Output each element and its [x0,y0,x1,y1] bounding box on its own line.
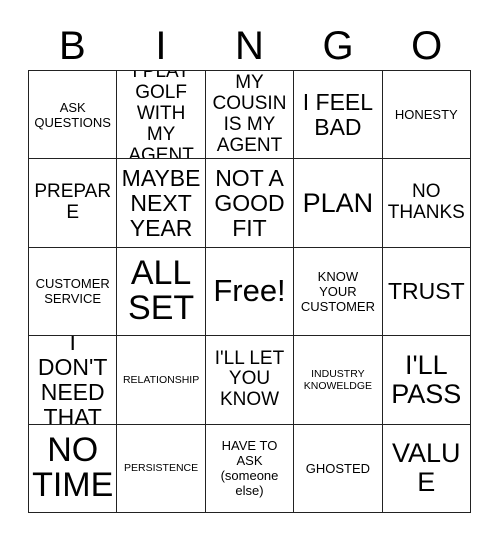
bingo-cell-r2c4[interactable]: PLAN [294,159,383,248]
bingo-cell-label: CUSTOMER SERVICE [35,276,110,307]
bingo-cell-label: I DON'T NEED THAT [37,336,108,425]
bingo-cell-label: INDUSTRY KNOWELDGE [303,367,373,392]
bingo-header-letter-n: N [235,24,264,68]
bingo-cell-r4c5[interactable]: I'LL PASS [382,336,471,425]
bingo-cell-r2c5[interactable]: NO THANKS [382,159,471,248]
bingo-cell-r3c1[interactable]: CUSTOMER SERVICE [29,247,118,337]
bingo-cell-r5c1[interactable]: NO TIME [29,424,118,513]
bingo-cell-r3c3[interactable]: Free! [205,247,295,337]
bingo-cell-label: NO TIME [32,430,114,505]
bingo-header-letter-i: I [155,24,167,68]
bingo-header-letter-b: B [58,24,86,68]
bingo-cell-r4c4[interactable]: INDUSTRY KNOWELDGE [294,336,383,425]
bingo-cell-label: I'LL PASS [391,350,462,409]
bingo-cell-r5c4[interactable]: GHOSTED [294,424,383,513]
bingo-cell-label: I PLAY GOLF WITH MY AGENT [128,71,194,160]
bingo-cell-r3c2[interactable]: ALL SET [117,247,206,337]
bingo-cell-label: ALL SET [128,253,195,328]
bingo-cell-r5c2[interactable]: PERSISTENCE [117,424,206,513]
bingo-cell-label: KNOW YOUR CUSTOMER [300,268,375,315]
bingo-header-letter-o: O [411,24,443,68]
bingo-header-letter-g: G [322,24,354,68]
bingo-cell-label: I FEEL BAD [302,88,374,140]
bingo-cell-r3c5[interactable]: TRUST [382,247,471,337]
bingo-cell-r1c4[interactable]: I FEEL BAD [294,71,383,160]
bingo-cell-r1c2[interactable]: I PLAY GOLF WITH MY AGENT [117,71,206,160]
bingo-cell-r1c5[interactable]: HONESTY [382,71,471,160]
bingo-cell-r2c3[interactable]: NOT A GOOD FIT [205,159,295,248]
bingo-cell-label: HAVE TO ASK (someone else) [220,438,279,499]
bingo-cell-r4c2[interactable]: RELATIONSHIP [117,336,206,425]
bingo-cell-r4c1[interactable]: I DON'T NEED THAT [29,336,118,425]
bingo-cell-r5c3[interactable]: HAVE TO ASK (someone else) [205,424,295,513]
bingo-cell-label: VALUE [392,438,461,498]
bingo-cell-label: MY COUSIN IS MY AGENT [212,71,287,156]
bingo-grid: ASK QUESTIONS I PLAY GOLF WITH MY AGENT MY… [28,70,471,513]
bingo-header-row: B I N G O [28,22,471,70]
bingo-card: B I N G O ASK QUESTIONS I PLAY GOLF WITH … [0,0,500,544]
bingo-cell-r4c3[interactable]: I'LL LET YOU KNOW [205,336,295,425]
bingo-cell-label: NO THANKS [387,181,465,224]
bingo-cell-r3c4[interactable]: KNOW YOUR CUSTOMER [294,247,383,337]
bingo-cell-r1c1[interactable]: ASK QUESTIONS [29,71,118,160]
bingo-cell-label: GHOSTED [305,460,371,476]
bingo-cell-label: NOT A GOOD FIT [214,164,285,241]
bingo-cell-label: PREPARE [34,181,112,224]
bingo-cell-label: PLAN [302,187,374,218]
bingo-cell-label: TRUST [387,278,465,305]
bingo-cell-label: RELATIONSHIP [122,373,200,386]
bingo-cell-r5c5[interactable]: VALUE [382,424,471,513]
bingo-cell-r2c1[interactable]: PREPARE [29,159,118,248]
bingo-cell-r2c2[interactable]: MAYBE NEXT YEAR [117,159,206,248]
bingo-cell-r1c3[interactable]: MY COUSIN IS MY AGENT [205,71,295,160]
bingo-cell-label: MAYBE NEXT YEAR [121,164,201,241]
bingo-cell-label: I'LL LET YOU KNOW [214,347,285,411]
bingo-cell-label: PERSISTENCE [124,462,199,475]
bingo-cell-label: ASK QUESTIONS [34,99,111,130]
bingo-cell-label: HONESTY [394,107,458,123]
bingo-cell-label: Free! [213,273,286,309]
